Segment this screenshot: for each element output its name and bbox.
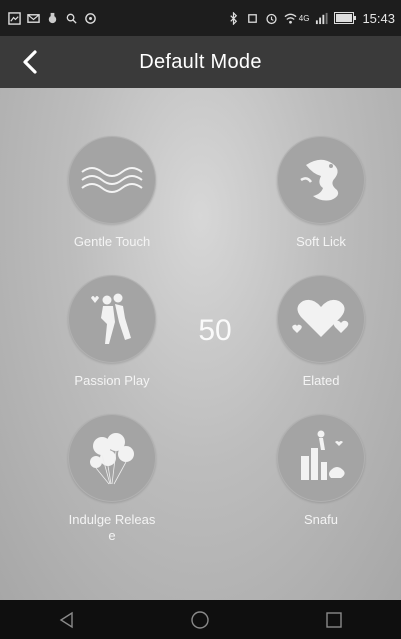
mode-label: Gentle Touch xyxy=(73,234,151,249)
dancing-couple-icon xyxy=(91,293,131,344)
mode-passion-play[interactable]: Passion Play xyxy=(42,275,182,389)
mode-circle[interactable] xyxy=(68,136,156,224)
intensity-value: 50 xyxy=(198,314,232,347)
mode-indulge-release[interactable]: Indulge Releas e xyxy=(42,414,182,544)
network-type: 4G xyxy=(298,13,310,23)
mode-label: Indulge Releas e xyxy=(68,512,156,543)
triangle-back-icon xyxy=(59,611,73,628)
rotate-icon xyxy=(247,13,257,23)
nav-home-button[interactable] xyxy=(180,605,220,635)
alarm-icon xyxy=(266,13,277,24)
battery-icon xyxy=(334,12,357,24)
balloons-icon xyxy=(90,433,134,485)
mode-circle[interactable] xyxy=(277,275,365,363)
clock-time: 15:43 xyxy=(362,10,395,26)
back-arrow-icon[interactable] xyxy=(18,49,44,75)
mode-grid: Gentle Touch Soft Lick Passion Play Elat… xyxy=(0,88,401,600)
circle-home-icon xyxy=(191,610,210,629)
bluetooth-icon xyxy=(230,11,237,25)
wifi-icon xyxy=(284,13,297,24)
mode-circle[interactable] xyxy=(68,275,156,363)
status-left-icons xyxy=(8,11,97,25)
status-right-icons: 4G 15:43 xyxy=(227,11,395,26)
app-bar: Default Mode xyxy=(0,36,401,88)
waves-icon xyxy=(81,167,143,193)
mode-gentle-touch[interactable]: Gentle Touch xyxy=(42,136,182,250)
search-icon xyxy=(66,13,77,24)
square-recents-icon xyxy=(326,611,342,628)
gallery-icon xyxy=(8,11,21,25)
nav-recents-button[interactable] xyxy=(314,605,354,635)
mode-label: Soft Lick xyxy=(296,234,346,249)
mode-soft-lick[interactable]: Soft Lick xyxy=(251,136,391,250)
mode-circle[interactable] xyxy=(277,136,365,224)
mode-elated[interactable]: Elated xyxy=(251,275,391,389)
city-figure-icon xyxy=(301,430,345,480)
mode-circle[interactable] xyxy=(277,414,365,502)
app-icon xyxy=(48,12,57,23)
page-title: Default Mode xyxy=(139,50,262,73)
mode-label: Passion Play xyxy=(74,373,150,388)
mode-label: Elated xyxy=(302,373,340,388)
mail-icon xyxy=(27,13,40,23)
sync-icon xyxy=(85,12,96,24)
mode-label: Snafu xyxy=(304,512,338,527)
mode-snafu[interactable]: Snafu xyxy=(251,414,391,528)
system-nav-bar xyxy=(0,600,401,639)
mode-circle[interactable] xyxy=(68,414,156,502)
signal-icon xyxy=(316,12,328,24)
status-bar: 4G 15:43 xyxy=(0,0,401,36)
nav-back-button[interactable] xyxy=(47,605,87,635)
dragon-icon xyxy=(300,159,339,201)
hearts-icon xyxy=(292,299,349,337)
